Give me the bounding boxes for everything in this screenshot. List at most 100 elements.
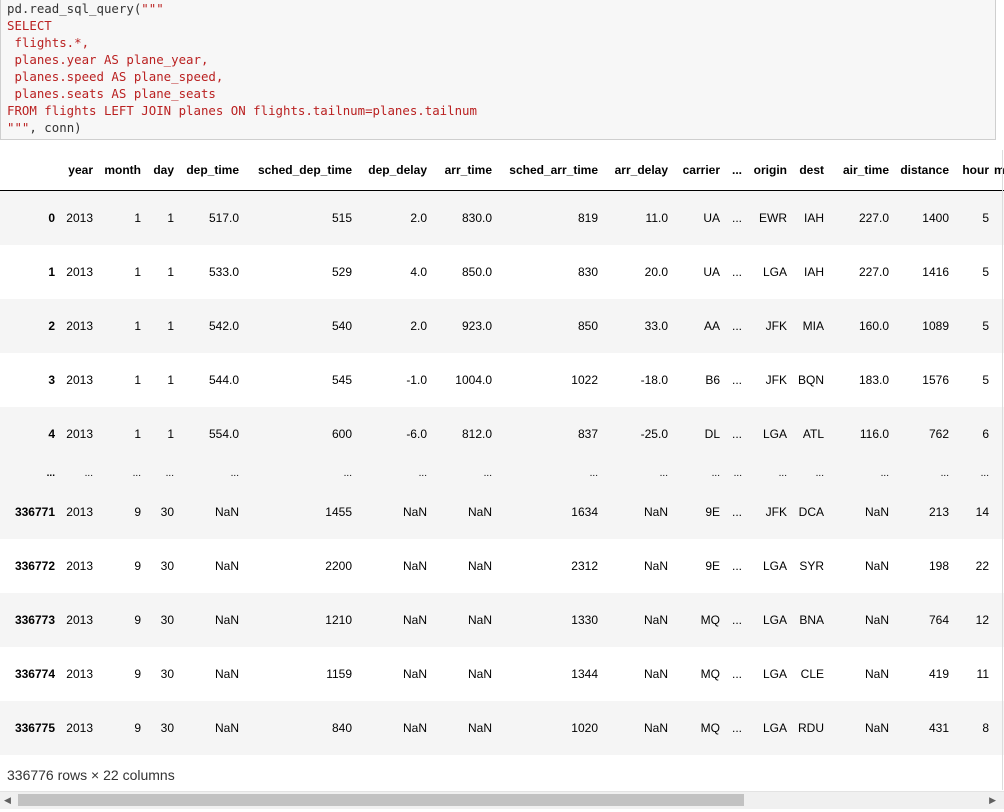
code-string-open: """ [141, 1, 164, 16]
table-cell: 830.0 [461, 211, 492, 225]
table-cell: LGA [762, 613, 787, 627]
table-cell: NaN [402, 613, 427, 627]
table-cell: UA [703, 211, 720, 225]
table-cell: ... [132, 467, 141, 479]
table-cell: 819 [577, 211, 598, 225]
table-cell: 6 [982, 427, 989, 441]
table-cell: 1020 [571, 721, 598, 735]
scroll-right-arrow-icon[interactable]: ▶ [989, 795, 996, 805]
table-cell: 540 [331, 319, 352, 333]
table-cell: NaN [402, 721, 427, 735]
table-cell: ... [483, 467, 492, 479]
table-cell: MIA [802, 319, 824, 333]
column-header: year [60, 150, 98, 191]
table-cell: 198 [928, 559, 949, 573]
table-cell: 2013 [66, 667, 93, 681]
column-header: dep_delay [357, 150, 432, 191]
code-cell[interactable]: pd.read_sql_query(""" SELECT flights.*, … [0, 0, 996, 140]
table-cell: 30 [160, 559, 174, 573]
table-cell: 1004.0 [455, 373, 492, 387]
code-editor[interactable]: pd.read_sql_query(""" SELECT flights.*, … [1, 0, 995, 136]
table-cell: 2013 [66, 373, 93, 387]
table-cell: 600 [331, 427, 352, 441]
table-row: 336772 2013 9 30 NaN 2200 NaN NaN 2312 NaN 9E... LG… [0, 539, 1004, 593]
table-cell: EWR [759, 211, 787, 225]
table-cell: 2.0 [410, 211, 427, 225]
table-cell: 1 [134, 265, 141, 279]
table-cell: MQ [700, 721, 720, 735]
table-cell: ... [731, 721, 742, 735]
table-cell: 830 [577, 265, 598, 279]
table-cell: 812.0 [461, 427, 492, 441]
table-cell: 5 [982, 319, 989, 333]
table-row: 4 2013 1 1 554.0 600 -6.0 812.0 837 -25.0 DL... LGA… [0, 407, 1004, 461]
table-cell: 517.0 [208, 211, 239, 225]
table-cell: 5 [982, 373, 989, 387]
table-cell: LGA [762, 265, 787, 279]
table-cell: -6.0 [406, 427, 427, 441]
table-cell: ... [778, 467, 787, 479]
table-cell: 840 [331, 721, 352, 735]
table-cell: ... [418, 467, 427, 479]
table-cell: 1022 [571, 373, 598, 387]
table-cell: ... [343, 467, 352, 479]
table-cell: 30 [160, 505, 174, 519]
table-cell: JFK [765, 373, 787, 387]
table-cell: 1 [134, 373, 141, 387]
table-cell: NaN [643, 667, 668, 681]
table-cell: 1330 [571, 613, 598, 627]
table-cell: 1 [167, 319, 174, 333]
table-cell: IAH [803, 265, 824, 279]
row-index: 336774 [14, 667, 55, 681]
scrollbar-thumb[interactable] [18, 794, 744, 806]
table-row: 1 2013 1 1 533.0 529 4.0 850.0 830 20.0 UA... LGA IA… [0, 245, 1004, 299]
table-cell: 227.0 [858, 265, 889, 279]
table-cell: 515 [331, 211, 352, 225]
table-row: 336774 2013 9 30 NaN 1159 NaN NaN 1344 NaN MQ... LG… [0, 647, 1004, 701]
table-cell: SYR [799, 559, 824, 573]
output-right-border [1002, 150, 1003, 790]
table-cell: 33.0 [644, 319, 668, 333]
shape-summary: 336776 rows × 22 columns [7, 767, 175, 783]
table-cell: 529 [331, 265, 352, 279]
horizontal-scrollbar[interactable]: ◀ ▶ [0, 791, 1004, 809]
table-cell: AA [703, 319, 720, 333]
table-cell: NaN [864, 559, 889, 573]
row-index: 336773 [14, 613, 55, 627]
table-cell: ... [733, 467, 742, 479]
table-cell: 9 [134, 667, 141, 681]
table-cell: 533.0 [208, 265, 239, 279]
row-index: ... [46, 467, 55, 479]
table-cell: BNA [799, 613, 824, 627]
scroll-left-arrow-icon[interactable]: ◀ [4, 795, 11, 805]
table-cell: 116.0 [859, 427, 889, 441]
table-cell: NaN [214, 505, 239, 519]
index-header [0, 150, 60, 191]
table-cell: 1634 [571, 505, 598, 519]
table-cell: ... [880, 467, 889, 479]
table-cell: 11 [976, 667, 989, 681]
column-header: carrier [673, 150, 725, 191]
code-line-5: planes.speed AS plane_speed, [7, 69, 224, 84]
table-cell: NaN [214, 667, 239, 681]
code-line-3: flights.*, [7, 35, 90, 50]
table-cell: 1400 [922, 211, 949, 225]
column-header: ... [725, 150, 747, 191]
column-header: arr_delay [603, 150, 673, 191]
table-cell: NaN [467, 721, 492, 735]
table-cell: -18.0 [640, 373, 668, 387]
table-cell: 14 [975, 505, 989, 519]
table-cell: ... [731, 505, 742, 519]
table-cell: 1210 [325, 613, 352, 627]
table-cell: ... [731, 667, 742, 681]
table-cell: 22 [975, 559, 989, 573]
table-cell: 544.0 [208, 373, 239, 387]
table-cell: 850.0 [461, 265, 492, 279]
code-tail: , conn) [29, 120, 82, 135]
table-cell: 30 [160, 667, 174, 681]
table-cell: NaN [402, 559, 427, 573]
table-cell: 2013 [66, 319, 93, 333]
table-cell: 227.0 [858, 211, 889, 225]
table-cell: ... [731, 427, 742, 441]
table-cell: 762 [928, 427, 949, 441]
